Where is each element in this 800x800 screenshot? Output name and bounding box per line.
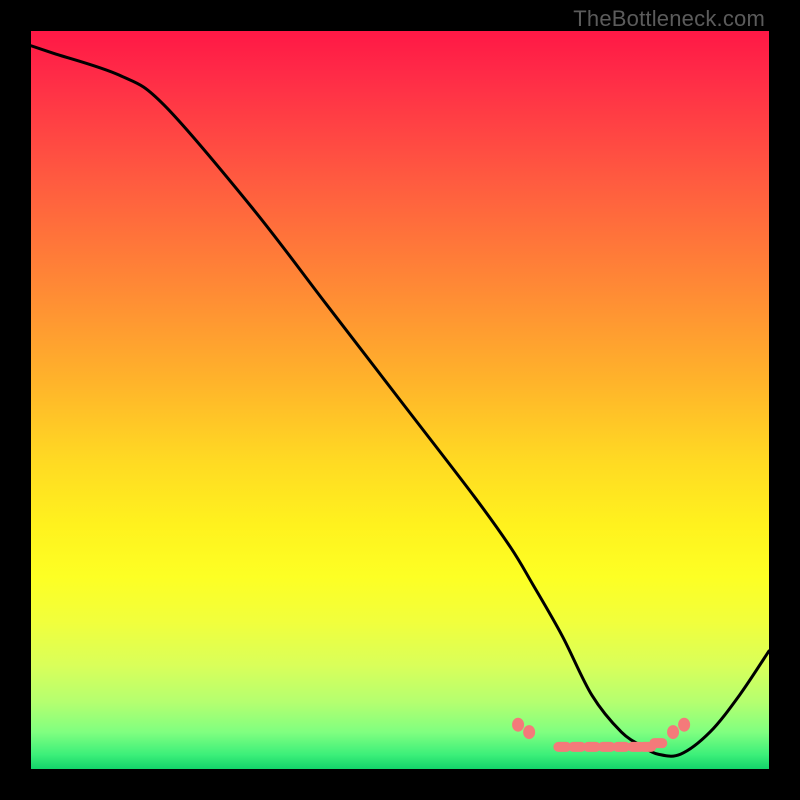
highlight-dot <box>523 725 535 739</box>
highlight-dots-group <box>512 718 690 752</box>
highlight-dot <box>512 718 524 732</box>
bottleneck-curve <box>31 46 769 756</box>
watermark-text: TheBottleneck.com <box>573 6 765 32</box>
highlight-dot <box>678 718 690 732</box>
highlight-dot <box>667 725 679 739</box>
highlight-dash <box>649 738 667 748</box>
chart-frame: TheBottleneck.com <box>0 0 800 800</box>
chart-overlay <box>31 31 769 769</box>
